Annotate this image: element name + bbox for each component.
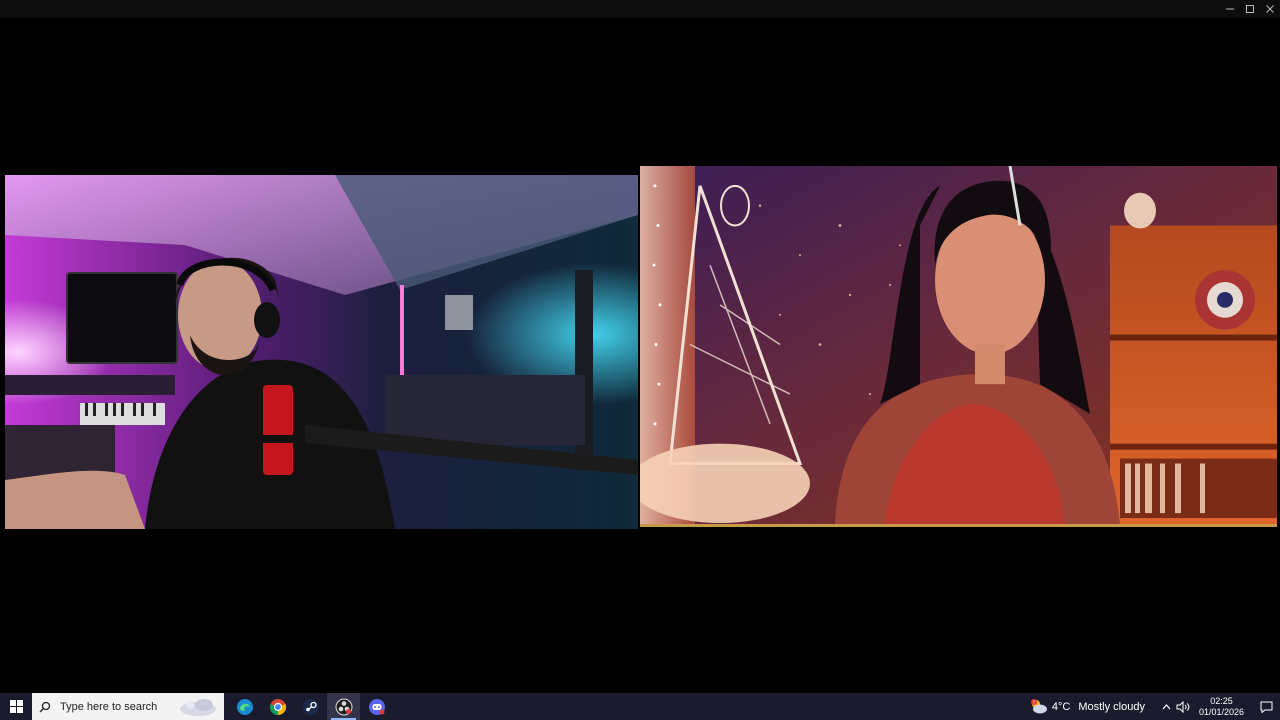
obs-icon	[335, 698, 352, 715]
close-button[interactable]	[1260, 0, 1280, 18]
window-controls	[1220, 0, 1280, 18]
weather-widget[interactable]: ! 4°C Mostly cloudy	[1024, 693, 1159, 720]
cloudy-weather-icon: !	[1030, 698, 1047, 713]
minimize-icon	[1226, 8, 1234, 10]
search-input[interactable]	[60, 700, 180, 713]
maximize-icon	[1246, 5, 1254, 13]
tray-overflow-button[interactable]	[1159, 693, 1175, 720]
window-titlebar	[0, 0, 1280, 18]
system-tray	[1159, 693, 1191, 720]
weather-alert-badge: !	[1033, 700, 1035, 706]
participant-video-right[interactable]	[640, 166, 1277, 527]
taskbar-clock[interactable]: 02:25 01/01/2026	[1191, 693, 1252, 720]
discord-icon	[368, 698, 385, 715]
chrome-icon	[269, 698, 286, 715]
notification-icon	[1260, 701, 1272, 713]
participant-video-left-frame	[5, 175, 638, 529]
taskbar-apps	[228, 693, 393, 720]
taskbar-app-chrome[interactable]	[261, 693, 294, 720]
chevron-up-icon	[1163, 703, 1171, 709]
windows-start-icon	[9, 700, 23, 713]
minimize-button[interactable]	[1220, 0, 1240, 18]
weather-condition: Mostly cloudy	[1078, 700, 1145, 713]
close-icon	[1266, 5, 1274, 13]
taskbar-search[interactable]	[32, 693, 224, 720]
taskbar-app-discord[interactable]	[360, 693, 393, 720]
search-highlight-icon	[180, 699, 216, 716]
speaker-icon	[1176, 700, 1190, 713]
clock-date: 01/01/2026	[1198, 706, 1244, 717]
windows-taskbar: ! 4°C Mostly cloudy 02:25 01/01/2026	[0, 693, 1280, 720]
participant-video-right-frame	[640, 166, 1277, 524]
video-call-stage	[0, 18, 1280, 693]
maximize-button[interactable]	[1240, 0, 1260, 18]
weather-temperature: 4°C	[1051, 700, 1071, 713]
steam-icon	[302, 698, 319, 715]
volume-button[interactable]	[1175, 693, 1191, 720]
edge-icon	[236, 698, 253, 715]
taskbar-app-obs[interactable]	[327, 693, 360, 720]
taskbar-app-edge[interactable]	[228, 693, 261, 720]
clock-time: 02:25	[1210, 695, 1233, 706]
notification-center-button[interactable]	[1252, 693, 1280, 720]
start-button[interactable]	[0, 693, 32, 720]
taskbar-app-steam[interactable]	[294, 693, 327, 720]
search-icon	[39, 700, 53, 714]
participant-video-left[interactable]	[5, 175, 638, 529]
